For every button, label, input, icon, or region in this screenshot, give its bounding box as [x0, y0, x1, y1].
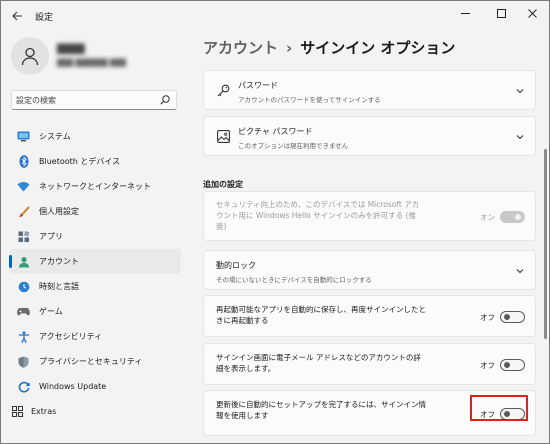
- picture-icon: [217, 130, 230, 143]
- sidebar-item-label: アクセシビリティ: [39, 332, 103, 341]
- sidebar-item-label: アプリ: [39, 232, 63, 241]
- scrollbar[interactable]: [544, 149, 547, 339]
- user-profile[interactable]: ████ ███ ██████ ███: [11, 37, 186, 77]
- settings-window: 設定 ████ ███ ██████ ███ 設定の検索 システム Blueto…: [0, 0, 550, 444]
- person-icon: [17, 255, 30, 268]
- windows-update-icon: [17, 380, 30, 393]
- main-content: アカウント › サインイン オプション パスワード アカウントのパスワードを使ってサ…: [191, 31, 549, 443]
- avatar: [11, 37, 49, 75]
- profile-email: ███ ██████ ███: [57, 59, 127, 67]
- sidebar: ████ ███ ██████ ███ システム Bluetooth とデバ: [1, 31, 191, 443]
- sidebar-item-system[interactable]: システム: [9, 124, 181, 149]
- show-account-details-text: サインイン画面に電子メール アドレスなどのアカウントの詳細を表示します。: [216, 353, 421, 373]
- page-title: サインイン オプション: [300, 39, 456, 57]
- bluetooth-icon: [17, 155, 30, 168]
- breadcrumb-separator: ›: [286, 39, 293, 57]
- monitor-icon: [17, 130, 30, 143]
- finish-setup-text: 更新後に自動的にセットアップを完了するには、サインイン情報を使用します: [216, 400, 426, 420]
- dynamic-lock-desc: その場にいないときにデバイスを自動的にロックする: [216, 276, 372, 284]
- windows-hello-only-toggle: [500, 211, 525, 223]
- sidebar-item-label: プライバシーとセキュリティ: [39, 357, 143, 366]
- password-desc: アカウントのパスワードを使ってサインインする: [238, 96, 381, 104]
- show-account-details-card: サインイン画面に電子メール アドレスなどのアカウントの詳細を表示します。 オフ: [203, 343, 536, 385]
- minimize-button[interactable]: [448, 1, 482, 25]
- back-arrow-icon: [11, 11, 22, 21]
- search-box[interactable]: [11, 90, 177, 110]
- brush-icon: [17, 205, 30, 218]
- toggle-state-label: オン: [480, 213, 495, 222]
- minimize-icon: [460, 12, 470, 14]
- sidebar-item-label: 時刻と言語: [39, 282, 79, 291]
- toggle-state-label: オフ: [480, 361, 495, 370]
- windows-hello-only-card: セキュリティ向上のため、このデバイスでは Microsoft アカウント用に W…: [203, 191, 536, 241]
- show-account-details-toggle[interactable]: [500, 359, 525, 371]
- restart-apps-toggle[interactable]: [500, 311, 525, 323]
- breadcrumb: アカウント › サインイン オプション: [203, 37, 455, 58]
- sidebar-item-label: Bluetooth とデバイス: [39, 157, 121, 166]
- title-bar: 設定: [1, 1, 549, 31]
- sidebar-item-accessibility[interactable]: アクセシビリティ: [9, 324, 181, 349]
- sidebar-item-label: システム: [39, 132, 71, 141]
- sidebar-item-extras[interactable]: Extras: [9, 399, 181, 424]
- sidebar-item-accounts[interactable]: アカウント: [9, 249, 181, 274]
- picture-password-card[interactable]: ピクチャ パスワード このオプションは現在利用できません: [203, 116, 536, 156]
- key-icon: [217, 84, 230, 97]
- globe-clock-icon: [17, 280, 30, 293]
- sidebar-item-label: ゲーム: [39, 307, 63, 316]
- apps-icon: [17, 230, 30, 243]
- chevron-down-icon[interactable]: [515, 266, 525, 276]
- restart-apps-text: 再起動可能なアプリを自動的に保存し、再度サインインしたときに再起動する: [216, 305, 426, 325]
- sidebar-nav: システム Bluetooth とデバイス ネットワークとインターネット 個人用設…: [9, 124, 181, 424]
- sidebar-item-label: ネットワークとインターネット: [39, 182, 151, 191]
- sidebar-item-label: Extras: [31, 407, 57, 416]
- windows-hello-only-text: セキュリティ向上のため、このデバイスでは Microsoft アカウント用に W…: [216, 200, 420, 231]
- app-title: 設定: [35, 13, 54, 23]
- accessibility-icon: [17, 330, 30, 343]
- highlight-box: [470, 395, 528, 421]
- close-icon: [527, 8, 537, 18]
- dynamic-lock-card[interactable]: 動的ロック その場にいないときにデバイスを自動的にロックする: [203, 250, 536, 290]
- search-input[interactable]: [16, 93, 156, 107]
- person-icon: [21, 47, 39, 66]
- password-card[interactable]: パスワード アカウントのパスワードを使ってサインインする: [203, 70, 536, 110]
- sidebar-item-windows-update[interactable]: Windows Update: [9, 374, 181, 399]
- sidebar-item-label: アカウント: [39, 257, 79, 266]
- breadcrumb-parent[interactable]: アカウント: [203, 39, 278, 57]
- password-title: パスワード: [238, 81, 278, 90]
- close-button[interactable]: [515, 1, 549, 25]
- maximize-button[interactable]: [484, 1, 518, 25]
- sidebar-item-apps[interactable]: アプリ: [9, 224, 181, 249]
- picture-password-desc: このオプションは現在利用できません: [238, 142, 349, 150]
- sidebar-item-label: Windows Update: [39, 382, 107, 391]
- dynamic-lock-title: 動的ロック: [216, 261, 256, 270]
- maximize-icon: [496, 8, 506, 18]
- additional-settings-title: 追加の設定: [203, 180, 243, 189]
- picture-password-title: ピクチャ パスワード: [238, 127, 313, 136]
- chevron-down-icon[interactable]: [515, 86, 525, 96]
- gamepad-icon: [17, 305, 30, 318]
- search-icon: [160, 95, 170, 105]
- extras-icon: [11, 405, 24, 418]
- sidebar-item-bluetooth[interactable]: Bluetooth とデバイス: [9, 149, 181, 174]
- sidebar-item-network[interactable]: ネットワークとインターネット: [9, 174, 181, 199]
- sidebar-item-privacy-security[interactable]: プライバシーとセキュリティ: [9, 349, 181, 374]
- restart-apps-card: 再起動可能なアプリを自動的に保存し、再度サインインしたときに再起動する オフ: [203, 295, 536, 337]
- sidebar-item-personalization[interactable]: 個人用設定: [9, 199, 181, 224]
- wifi-icon: [17, 180, 30, 193]
- back-button[interactable]: [7, 8, 27, 24]
- chevron-down-icon[interactable]: [515, 132, 525, 142]
- shield-icon: [17, 355, 30, 368]
- sidebar-item-time-language[interactable]: 時刻と言語: [9, 274, 181, 299]
- profile-name: ████: [57, 45, 85, 55]
- sidebar-item-gaming[interactable]: ゲーム: [9, 299, 181, 324]
- toggle-state-label: オフ: [480, 313, 495, 322]
- sidebar-item-label: 個人用設定: [39, 207, 79, 216]
